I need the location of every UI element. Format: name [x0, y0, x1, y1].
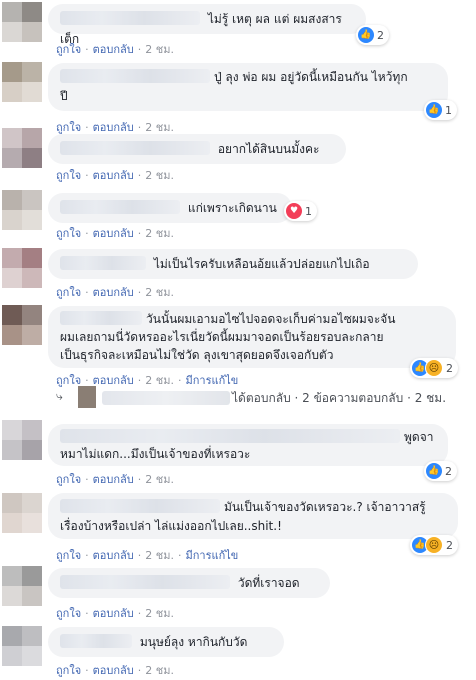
commenter-name[interactable] [60, 311, 142, 325]
replier-name[interactable] [102, 391, 230, 405]
like-reaction-icon: 👍 [426, 102, 442, 118]
comment-text: มนุษย์ลุง หากินกับวัด [139, 635, 248, 649]
comment-bubble: มันเป็นเจ้าของวัดเหรอวะ.? เจ้าอาวาสรู้ เ… [48, 493, 458, 539]
like-reaction-icon: 👍 [426, 463, 442, 479]
reply-summary-text[interactable]: ได้ตอบกลับ · 2 ข้อความตอบกลับ · 2 ชม. [232, 389, 446, 408]
avatar[interactable] [2, 62, 42, 102]
reply-arrow-icon: ⤷ [56, 389, 63, 403]
timestamp[interactable]: 2 ชม. [145, 286, 174, 299]
comment-bubble: พูดจา หมาไม่แดก...มึงเป็นเจ้าของที่เหรอว… [48, 424, 448, 466]
comment-text-line: มันเป็นเจ้าของวัดเหรอวะ.? เจ้าอาวาสรู้ [224, 500, 426, 514]
reply-link[interactable]: ตอบกลับ [93, 664, 134, 677]
comment-text: ไม่เป็นไรครับเหลือนอ้ยแล้วปล่อยแกไปเถิอ [153, 257, 370, 271]
commenter-name[interactable] [60, 256, 146, 270]
like-reaction-icon: 👍 [358, 27, 374, 43]
edited-label[interactable]: มีการแก้ไข [185, 374, 238, 387]
timestamp[interactable]: 2 ชม. [145, 473, 174, 486]
love-reaction-icon: ♥ [286, 203, 302, 219]
avatar[interactable] [2, 420, 42, 460]
comment-text: อยากได้สินบนมั้งคะ [217, 142, 320, 156]
edited-label[interactable]: มีการแก้ไข [185, 549, 238, 562]
avatar[interactable] [2, 248, 42, 288]
comment-bubble: ไม่รู้ เหตุ ผล แต่ ผมสงสารเต็ก [48, 4, 366, 46]
comment-actions: ถูกใจ · ตอบกลับ · 2 ชม. · มีการแก้ไข [56, 549, 239, 562]
reaction-summary[interactable]: 👍 2 [356, 25, 389, 45]
comment-text-line: เรื่องบ้างหรือเปล่า ไล่แม่งออกไปเลย..shi… [60, 519, 282, 533]
comment-actions: ถูกใจ · ตอบกลับ · 2 ชม. [56, 227, 174, 240]
like-link[interactable]: ถูกใจ [56, 549, 81, 562]
sad-reaction-icon: ☹ [425, 536, 443, 554]
comment-text-line: วันนั้นผมเอามอไซไปจอดจะเก็บค่ามอไซผมจะจั… [146, 312, 396, 326]
reply-link[interactable]: ตอบกลับ [93, 121, 134, 134]
timestamp[interactable]: 2 ชม. [145, 664, 174, 677]
comment-actions: ถูกใจ · ตอบกลับ · 2 ชม. [56, 607, 174, 620]
comment-bubble: ปู่ ลุง พ่อ ผม อยู่วัดนี้เหมือนกัน ไหว้ท… [48, 63, 448, 111]
like-link[interactable]: ถูกใจ [56, 286, 81, 299]
avatar[interactable] [2, 128, 42, 168]
comment-text-line: หมาไม่แดก...มึงเป็นเจ้าของที่เหรอวะ [60, 447, 251, 461]
reply-link[interactable]: ตอบกลับ [93, 473, 134, 486]
comment-text-line: ปู่ ลุง พ่อ ผม อยู่วัดนี้เหมือนกัน ไหว้ท… [214, 70, 408, 84]
reaction-summary[interactable]: 👍 1 [424, 100, 457, 120]
comment-bubble: ไม่เป็นไรครับเหลือนอ้ยแล้วปล่อยแกไปเถิอ [48, 249, 418, 279]
comment-actions: ถูกใจ · ตอบกลับ · 2 ชม. [56, 43, 174, 56]
comment-bubble: มนุษย์ลุง หากินกับวัด [48, 627, 284, 657]
avatar[interactable] [2, 493, 42, 533]
commenter-name[interactable] [60, 634, 132, 648]
commenter-name[interactable] [60, 499, 220, 513]
timestamp[interactable]: 2 ชม. [145, 227, 174, 240]
commenter-name[interactable] [60, 11, 200, 25]
commenter-name[interactable] [60, 141, 210, 155]
comment-text-line: ผมเลยถามนี่วัดหรออะไรเนี่ยวัดนี้ผมมาจอดเ… [60, 330, 384, 344]
like-link[interactable]: ถูกใจ [56, 227, 81, 240]
timestamp[interactable]: 2 ชม. [145, 169, 174, 182]
reply-link[interactable]: ตอบกลับ [93, 374, 134, 387]
reaction-summary[interactable]: ♥ 1 [284, 201, 317, 221]
reply-link[interactable]: ตอบกลับ [93, 43, 134, 56]
like-link[interactable]: ถูกใจ [56, 664, 81, 677]
reply-link[interactable]: ตอบกลับ [93, 227, 134, 240]
comment-text: แก่เพราะเกิดนาน [187, 201, 277, 215]
like-link[interactable]: ถูกใจ [56, 473, 81, 486]
comment-text-line: ปี [60, 89, 68, 103]
comment-bubble: อยากได้สินบนมั้งคะ [48, 134, 346, 164]
comment-bubble: วัดที่เราจอด [48, 568, 330, 598]
timestamp[interactable]: 2 ชม. [145, 43, 174, 56]
avatar[interactable] [2, 2, 42, 42]
avatar[interactable] [2, 626, 42, 666]
avatar [78, 386, 96, 408]
reply-link[interactable]: ตอบกลับ [93, 286, 134, 299]
timestamp[interactable]: 2 ชม. [145, 607, 174, 620]
comment-actions: ถูกใจ · ตอบกลับ · 2 ชม. [56, 473, 174, 486]
comment-bubble: วันนั้นผมเอามอไซไปจอดจะเก็บค่ามอไซผมจะจั… [48, 306, 456, 368]
reaction-summary[interactable]: 👍 ☹ 2 [410, 358, 458, 378]
timestamp[interactable]: 2 ชม. [145, 121, 174, 134]
comment-bubble: แก่เพราะเกิดนาน [48, 193, 292, 223]
comment-actions: ถูกใจ · ตอบกลับ · 2 ชม. [56, 169, 174, 182]
reply-link[interactable]: ตอบกลับ [93, 169, 134, 182]
reaction-summary[interactable]: 👍 ☹ 2 [410, 535, 458, 555]
comment-actions: ถูกใจ · ตอบกลับ · 2 ชม. [56, 286, 174, 299]
comment-text-line: พูดจา [404, 430, 434, 444]
reply-link[interactable]: ตอบกลับ [93, 549, 134, 562]
like-link[interactable]: ถูกใจ [56, 121, 81, 134]
reply-link[interactable]: ตอบกลับ [93, 607, 134, 620]
comment-text-line: เป็นธุรกิจละเหมือนไม่ใช่วัด ลุงเขาสุดยอด… [60, 348, 334, 362]
like-link[interactable]: ถูกใจ [56, 43, 81, 56]
sad-reaction-icon: ☹ [425, 359, 443, 377]
commenter-name[interactable] [60, 69, 210, 83]
commenter-name[interactable] [60, 429, 400, 443]
commenter-name[interactable] [60, 575, 230, 589]
like-link[interactable]: ถูกใจ [56, 607, 81, 620]
avatar[interactable] [2, 305, 42, 345]
commenter-name[interactable] [60, 200, 180, 214]
avatar[interactable] [2, 566, 42, 606]
avatar[interactable] [2, 190, 42, 230]
comment-text: วัดที่เราจอด [237, 576, 300, 590]
like-link[interactable]: ถูกใจ [56, 169, 81, 182]
timestamp[interactable]: 2 ชม. [145, 549, 174, 562]
timestamp[interactable]: 2 ชม. [145, 374, 174, 387]
reaction-summary[interactable]: 👍 2 [424, 461, 457, 481]
comment-actions: ถูกใจ · ตอบกลับ · 2 ชม. [56, 664, 174, 677]
